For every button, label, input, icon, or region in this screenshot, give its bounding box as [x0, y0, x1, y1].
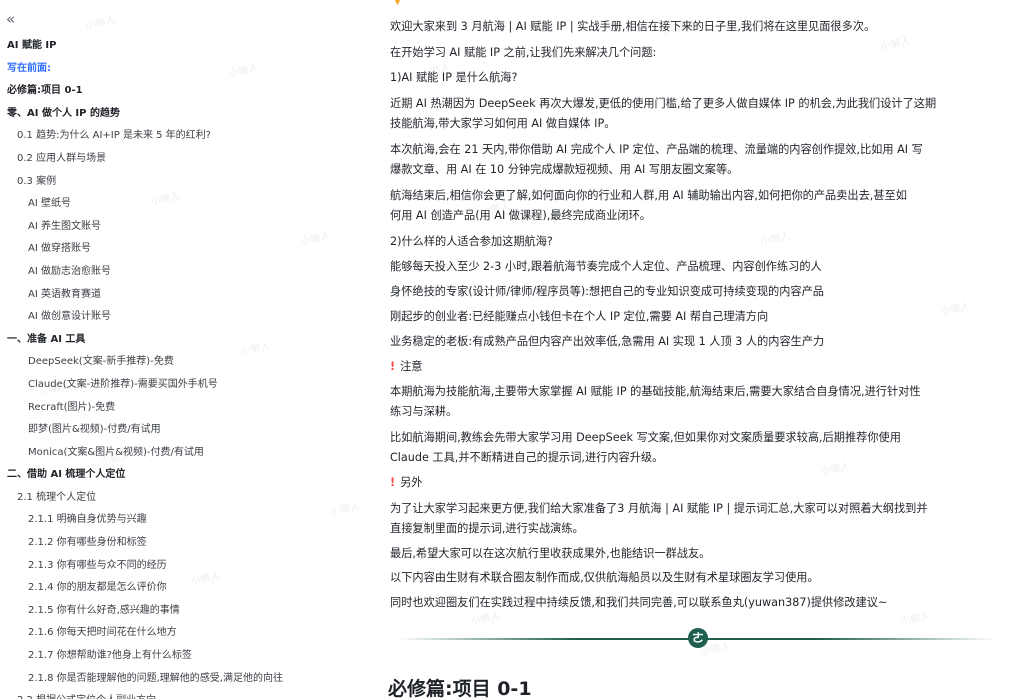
- callout-text: 注意: [400, 360, 423, 373]
- paragraph-line: Claude 工具,并不断精进自己的提示词,进行内容升级。: [390, 451, 664, 464]
- paragraph-line: 比如航海期间,教练会先带大家学习用 DeepSeek 写文案,但如果你对文案质量…: [390, 431, 901, 444]
- callout-heading: ! 另外: [390, 472, 423, 494]
- paragraph-line: 身怀绝技的专家(设计师/律师/程序员等):想把自己的专业知识变成可持续变现的内容…: [390, 285, 824, 298]
- paragraph-line: 何用 AI 创造产品(用 AI 做课程),最终完成商业闭环。: [390, 209, 651, 222]
- paragraph-line: 最后,希望大家可以在这次航行里收获成果外,也能结识一群战友。: [390, 547, 711, 560]
- toc-item[interactable]: AI 赋能 IP: [0, 35, 330, 58]
- paragraph-line: 本期航海为技能航海,主要带大家掌握 AI 赋能 IP 的基础技能,航海结束后,需…: [390, 385, 921, 398]
- callout-heading: ! 注意: [390, 356, 423, 378]
- toc-item[interactable]: AI 做创意设计账号: [0, 306, 330, 329]
- toc-item[interactable]: 2.1.1 明确自身优势与兴趣: [0, 509, 330, 532]
- paragraph-line: 1)AI 赋能 IP 是什么航海?: [390, 71, 518, 84]
- collapse-sidebar-icon[interactable]: «: [6, 11, 15, 27]
- paragraph-line: 在开始学习 AI 赋能 IP 之前,让我们先来解决几个问题:: [390, 46, 657, 59]
- paragraph-line: 欢迎大家来到 3 月航海 | AI 赋能 IP | 实战手册,相信在接下来的日子…: [390, 20, 876, 33]
- paragraph-line: 为了让大家学习起来更方便,我们给大家准备了3 月航海 | AI 赋能 IP | …: [390, 502, 928, 515]
- toc-item[interactable]: 2.1.4 你的朋友都是怎么评价你: [0, 577, 330, 600]
- paragraph-line: 技能航海,带大家学习如何用 AI 做自媒体 IP。: [390, 117, 616, 130]
- pin-icon: ▼: [394, 0, 401, 7]
- toc-item[interactable]: 一、准备 AI 工具: [0, 329, 330, 352]
- watermark: 小懒人: [329, 500, 362, 518]
- paragraph-line: 同时也欢迎圈友们在实践过程中持续反馈,和我们共同完善,可以联系鱼丸(yuwan3…: [390, 596, 888, 609]
- toc-item[interactable]: 2.1.6 你每天把时间花在什么地方: [0, 622, 330, 645]
- toc-item[interactable]: 2.1 梳理个人定位: [0, 487, 330, 510]
- toc-item[interactable]: 2.1.2 你有哪些身份和标签: [0, 532, 330, 555]
- toc-item[interactable]: 二、借助 AI 梳理个人定位: [0, 464, 330, 487]
- toc-item[interactable]: AI 英语教育赛道: [0, 284, 330, 307]
- paragraph-line: 以下内容由生财有术联合圈友制作而成,仅供航海船员以及生财有术星球圈友学习使用。: [390, 571, 819, 584]
- paragraph-line: 爆款文章、用 AI 在 10 分钟完成爆款短视频、用 AI 写朋友圈文案等。: [390, 163, 739, 176]
- paragraph-line: 业务稳定的老板:有成熟产品但内容产出效率低,急需用 AI 实现 1 人顶 3 人…: [390, 335, 825, 348]
- exclamation-icon: !: [390, 476, 396, 489]
- toc-item[interactable]: 即梦(图片&视频)-付费/有试用: [0, 419, 330, 442]
- toc-item[interactable]: AI 养生图文账号: [0, 216, 330, 239]
- table-of-contents: AI 赋能 IP 写在前面: 必修篇:项目 0-1 零、AI 做个人 IP 的趋势 0.…: [0, 35, 330, 699]
- toc-item[interactable]: 写在前面:: [0, 58, 330, 81]
- paragraph-line: 刚起步的创业者:已经能赚点小钱但卡在个人 IP 定位,需要 AI 帮自己理清方向: [390, 310, 769, 323]
- paragraph-line: 直接复制里面的提示词,进行实战演练。: [390, 522, 584, 535]
- callout-text: 另外: [400, 476, 423, 489]
- paragraph-line: 2)什么样的人适合参加这期航海?: [390, 235, 553, 248]
- section-heading: 必修篇:项目 0-1: [388, 678, 532, 699]
- toc-item[interactable]: 0.2 应用人群与场景: [0, 148, 330, 171]
- toc-sidebar: « AI 赋能 IP 写在前面: 必修篇:项目 0-1 零、AI 做个人 IP 的趋势…: [0, 0, 330, 699]
- paragraph-line: 练习与深耕。: [390, 405, 458, 418]
- document-content: ▼ 欢迎大家来到 3 月航海 | AI 赋能 IP | 实战手册,相信在接下来的…: [380, 0, 1012, 699]
- toc-item[interactable]: Monica(文案&图片&视频)-付费/有试用: [0, 442, 330, 465]
- toc-item[interactable]: 0.1 趋势:为什么 AI+IP 是未来 5 年的红利?: [0, 125, 330, 148]
- paragraph-line: 近期 AI 热潮因为 DeepSeek 再次大爆发,更低的使用门槛,给了更多人做…: [390, 97, 937, 110]
- divider-badge-icon: ㄜ: [688, 628, 708, 648]
- toc-item[interactable]: Recraft(图片)-免费: [0, 397, 330, 420]
- exclamation-icon: !: [390, 360, 396, 373]
- toc-item[interactable]: 2.1.8 你是否能理解他的问题,理解他的感受,满足他的向往: [0, 668, 330, 691]
- toc-item[interactable]: AI 做励志治愈账号: [0, 261, 330, 284]
- section-divider: ㄜ: [397, 628, 997, 648]
- toc-item[interactable]: 必修篇:项目 0-1: [0, 80, 330, 103]
- paragraph-line: 航海结束后,相信你会更了解,如何面向你的行业和人群,用 AI 辅助输出内容,如何…: [390, 189, 907, 202]
- toc-item[interactable]: 2.2 根据公式定位个人副业方向: [0, 690, 330, 699]
- toc-item[interactable]: 2.1.5 你有什么好奇,感兴趣的事情: [0, 600, 330, 623]
- toc-item[interactable]: 零、AI 做个人 IP 的趋势: [0, 103, 330, 126]
- toc-item[interactable]: 2.1.3 你有哪些与众不同的经历: [0, 555, 330, 578]
- toc-item[interactable]: AI 壁纸号: [0, 193, 330, 216]
- toc-item[interactable]: 0.3 案例: [0, 171, 330, 194]
- toc-item[interactable]: AI 做穿搭账号: [0, 238, 330, 261]
- paragraph-line: 本次航海,会在 21 天内,带你借助 AI 完成个人 IP 定位、产品端的梳理、…: [390, 143, 923, 156]
- toc-item[interactable]: 2.1.7 你想帮助谁?他身上有什么标签: [0, 645, 330, 668]
- toc-item[interactable]: DeepSeek(文案-新手推荐)-免费: [0, 351, 330, 374]
- toc-item[interactable]: Claude(文案-进阶推荐)-需要买国外手机号: [0, 374, 330, 397]
- paragraph-line: 能够每天投入至少 2-3 小时,跟着航海节奏完成个人定位、产品梳理、内容创作练习…: [390, 260, 822, 273]
